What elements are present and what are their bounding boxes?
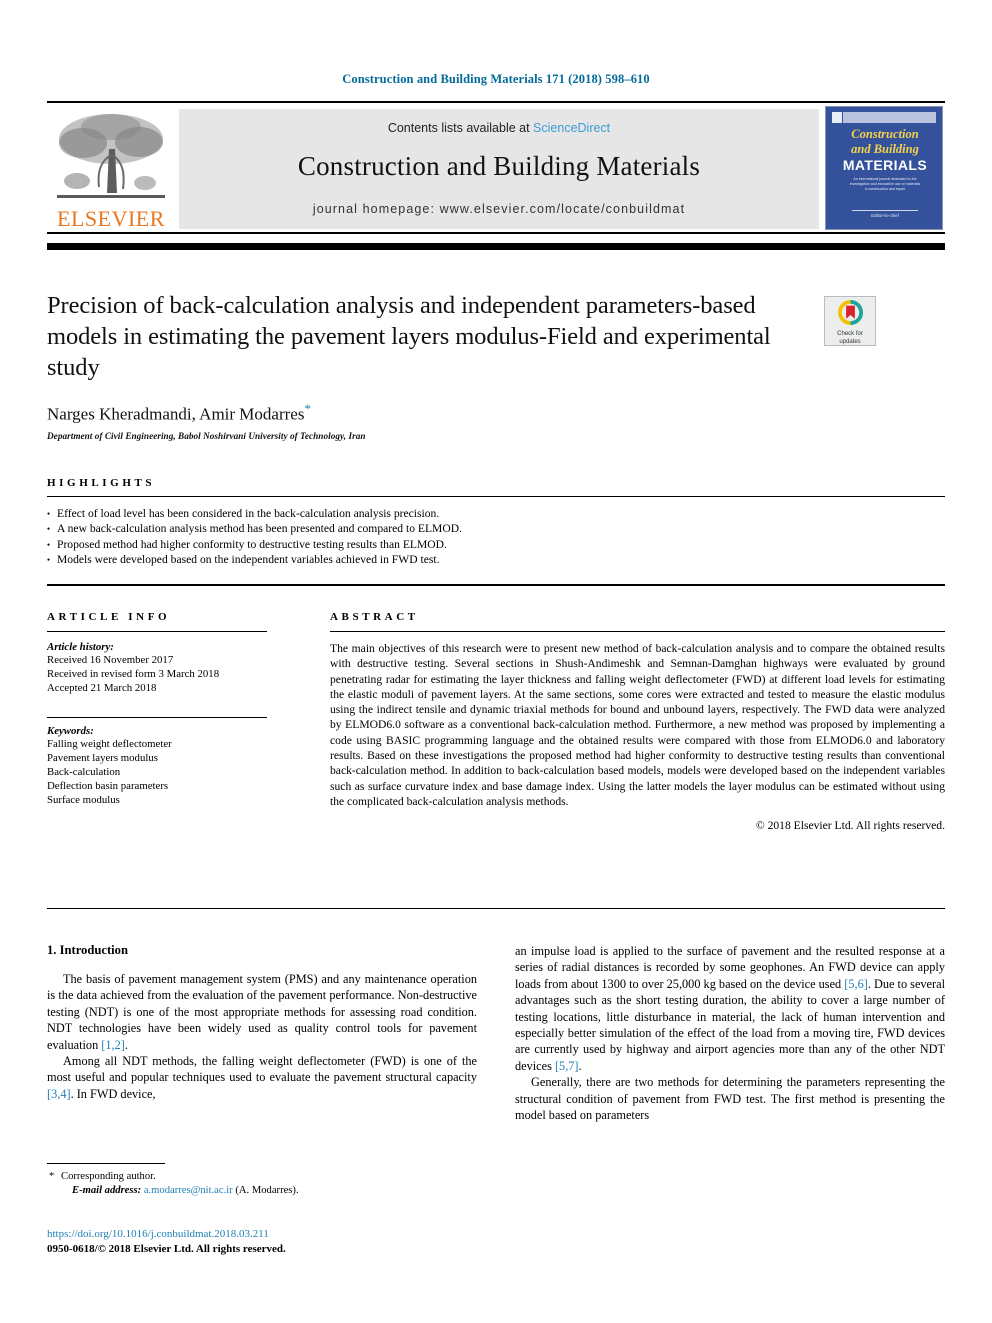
header-black-band — [47, 243, 945, 250]
paragraph-text-tail: . In FWD device, — [70, 1086, 156, 1101]
keywords-rule — [47, 717, 267, 718]
list-item: Effect of load level has been considered… — [47, 506, 945, 524]
journal-homepage-link[interactable]: journal homepage: www.elsevier.com/locat… — [179, 202, 819, 216]
keyword-item: Pavement layers modulus — [47, 752, 158, 764]
journal-masthead: ELSEVIER Contents lists available at Sci… — [47, 101, 945, 234]
copyright-line: © 2018 Elsevier Ltd. All rights reserved… — [755, 819, 945, 833]
cover-footer-text: Editor-in-chief — [871, 213, 899, 218]
cover-divider — [852, 210, 918, 211]
section-heading-introduction: 1. Introduction — [47, 943, 128, 957]
list-item: A new back-calculation analysis method h… — [47, 521, 945, 539]
footnote-rule — [47, 1163, 165, 1164]
cover-title-line-3: MATERIALS — [842, 157, 928, 173]
paragraph: The basis of pavement management system … — [47, 971, 477, 1053]
paragraph: Among all NDT methods, the falling weigh… — [47, 1053, 477, 1102]
cover-blurb: An international journal dedicated to th… — [849, 177, 921, 192]
crossmark-icon — [837, 300, 863, 325]
issn-copyright: 0950-0618/© 2018 Elsevier Ltd. All right… — [47, 1242, 286, 1255]
email-owner: (A. Modarres). — [235, 1185, 299, 1196]
highlights-section: HIGHLIGHTS Effect of load level has been… — [47, 477, 945, 586]
affiliation: Department of Civil Engineering, Babol N… — [47, 430, 366, 441]
keywords-group: Keywords: Falling weight deflectometer P… — [47, 725, 292, 807]
crossmark-line-2: updates — [839, 338, 861, 345]
keyword-item: Falling weight deflectometer — [47, 738, 172, 750]
paragraph-text-tail: . — [124, 1037, 128, 1052]
body-top-rule — [47, 908, 945, 909]
body-column-right: an impulse load is applied to the surfac… — [515, 943, 945, 1123]
author-list: Narges Kheradmandi, Amir Modarres* — [47, 401, 807, 425]
abstract-section: ABSTRACT The main objectives of this res… — [330, 611, 945, 832]
crossmark-badge[interactable]: Check for updates — [824, 296, 876, 346]
keyword-item: Surface modulus — [47, 794, 120, 806]
abstract-body: The main objectives of this research wer… — [330, 642, 945, 808]
abstract-rule — [330, 631, 945, 632]
article-info-heading: ARTICLE INFO — [47, 611, 171, 623]
cover-title-line-1: Construction — [851, 127, 919, 141]
citation-ref[interactable]: [1,2] — [101, 1038, 125, 1052]
elsevier-tree-icon — [53, 109, 169, 205]
contents-prefix: Contents lists available at — [387, 121, 534, 135]
article-info-section: ARTICLE INFO Article history: Received 1… — [47, 611, 292, 807]
cover-top-bar — [832, 112, 936, 123]
cover-title-line-2: and Building — [851, 142, 919, 156]
article-history-accepted: Accepted 21 March 2018 — [47, 682, 157, 694]
citation-ref[interactable]: [5,7] — [555, 1059, 579, 1073]
journal-title: Construction and Building Materials — [297, 151, 701, 181]
highlights-top-rule — [47, 496, 945, 497]
page-title: Precision of back-calculation analysis a… — [47, 292, 771, 381]
highlights-heading: HIGHLIGHTS — [47, 477, 156, 489]
highlights-list: Effect of load level has been considered… — [47, 506, 945, 571]
footnote-block: * Corresponding author. E-mail address: a… — [47, 1163, 477, 1198]
crossmark-line-1: Check for — [837, 331, 863, 337]
article-history-received: Received 16 November 2017 — [47, 654, 174, 666]
elsevier-logo: ELSEVIER — [49, 107, 173, 233]
title-block: Precision of back-calculation analysis a… — [47, 290, 807, 441]
email-note: E-mail address: a.modarres@nit.ac.ir (A.… — [47, 1184, 477, 1198]
keywords-label: Keywords: — [47, 725, 94, 737]
citation-ref[interactable]: [5,6] — [844, 977, 868, 991]
corresponding-author-text: Corresponding author. — [61, 1171, 156, 1182]
corresponding-author-marker: * — [304, 401, 311, 416]
paragraph: an impulse load is applied to the surfac… — [515, 943, 945, 1074]
footer-doi-block: https://doi.org/10.1016/j.conbuildmat.20… — [47, 1227, 477, 1256]
masthead-bottom-rule — [47, 232, 945, 234]
sciencedirect-link[interactable]: ScienceDirect — [533, 121, 610, 135]
journal-cover-thumbnail: Construction and Building MATERIALS An i… — [825, 106, 943, 230]
email-link[interactable]: a.modarres@nit.ac.ir — [144, 1185, 233, 1196]
article-history-revised: Received in revised form 3 March 2018 — [47, 668, 220, 680]
running-head: Construction and Building Materials 171 … — [342, 72, 650, 86]
paragraph-text: Generally, there are two methods for det… — [515, 1075, 945, 1123]
author-names: Narges Kheradmandi, Amir Modarres — [47, 404, 305, 424]
list-item: Models were developed based on the indep… — [47, 552, 945, 570]
citation-ref[interactable]: [3,4] — [47, 1087, 71, 1101]
article-info-rule — [47, 631, 267, 632]
paragraph-text: Among all NDT methods, the falling weigh… — [47, 1054, 477, 1085]
crossmark-label: Check for updates — [825, 331, 875, 346]
article-history-group: Article history: Received 16 November 20… — [47, 641, 292, 695]
highlights-bottom-rule — [47, 584, 945, 586]
keyword-item: Deflection basin parameters — [47, 780, 169, 792]
corresponding-author-note: * Corresponding author. — [47, 1170, 477, 1184]
paragraph: Generally, there are two methods for det… — [515, 1074, 945, 1123]
article-page: Construction and Building Materials 171 … — [0, 0, 992, 1323]
elsevier-wordmark: ELSEVIER — [57, 206, 165, 231]
contents-available-line: Contents lists available at ScienceDirec… — [179, 121, 819, 135]
doi-link[interactable]: https://doi.org/10.1016/j.conbuildmat.20… — [47, 1227, 477, 1242]
cover-publisher-mark — [831, 111, 843, 124]
masthead-grey-panel: Contents lists available at ScienceDirec… — [179, 109, 819, 229]
keyword-item: Back-calculation — [47, 766, 121, 778]
footnote-star-marker: * — [49, 1171, 55, 1182]
masthead-top-rule — [47, 101, 945, 103]
paragraph-text-tail: . — [578, 1058, 582, 1073]
abstract-heading: ABSTRACT — [330, 611, 419, 623]
list-item: Proposed method had higher conformity to… — [47, 537, 945, 555]
body-column-left: 1. Introduction The basis of pavement ma… — [47, 943, 477, 1102]
email-label: E-mail address: — [72, 1185, 142, 1196]
article-history-label: Article history: — [47, 641, 114, 653]
